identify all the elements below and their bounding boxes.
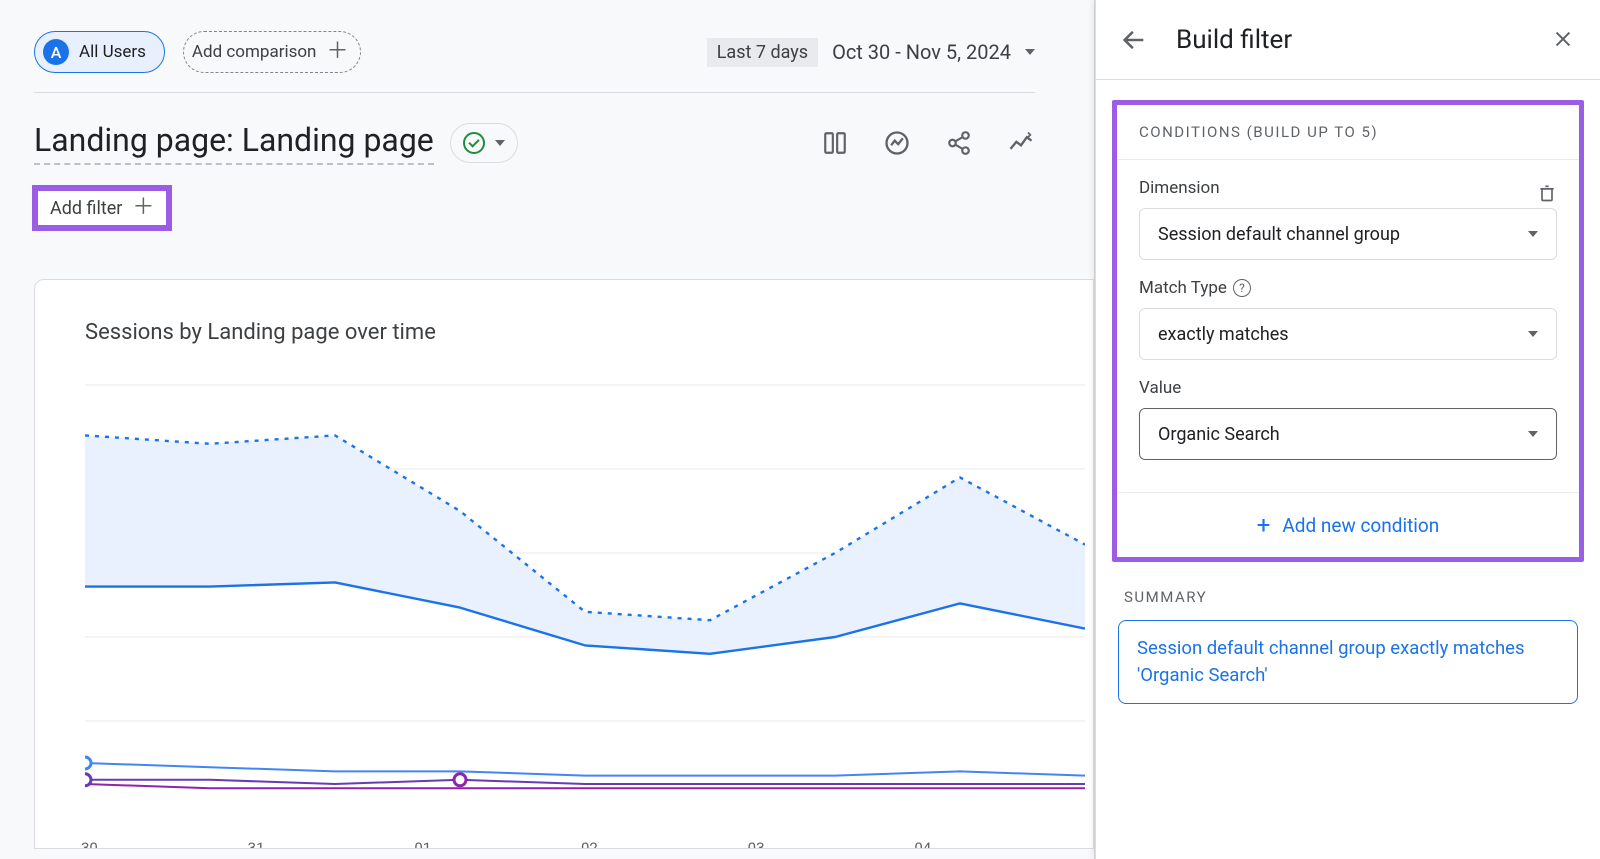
- plus-icon: +: [1257, 511, 1271, 539]
- chevron-down-icon: [1025, 49, 1035, 55]
- chevron-down-icon: [1528, 231, 1538, 237]
- share-icon[interactable]: [945, 129, 973, 157]
- panel-title: Build filter: [1176, 25, 1552, 55]
- match-type-value: exactly matches: [1158, 324, 1289, 345]
- segment-label: All Users: [79, 42, 146, 62]
- page-title[interactable]: Landing page: Landing page: [34, 121, 434, 165]
- sessions-line-chart: 30Oct3101Nov020304: [85, 365, 1085, 835]
- build-filter-panel: Build filter CONDITIONS (BUILD UP TO 5) …: [1095, 0, 1600, 859]
- divider: [34, 92, 1035, 93]
- chevron-down-icon: [1528, 431, 1538, 437]
- add-comparison-label: Add comparison: [192, 42, 317, 62]
- chart-title: Sessions by Landing page over time: [85, 320, 1093, 345]
- summary-header: SUMMARY: [1096, 562, 1600, 620]
- plus-icon: ＋: [132, 197, 154, 219]
- date-preset: Last 7 days: [707, 38, 818, 67]
- add-new-condition-button[interactable]: + Add new condition: [1257, 511, 1440, 539]
- delete-condition-icon[interactable]: [1537, 182, 1557, 204]
- match-type-label: Match Type ?: [1139, 278, 1557, 298]
- insights-icon[interactable]: [883, 129, 911, 157]
- checkmark-circle-icon: [463, 132, 485, 154]
- dimension-select[interactable]: Session default channel group: [1139, 208, 1557, 260]
- chevron-down-icon: [495, 140, 505, 146]
- back-arrow-icon[interactable]: [1120, 26, 1148, 54]
- add-filter-label: Add filter: [50, 198, 122, 219]
- match-type-select[interactable]: exactly matches: [1139, 308, 1557, 360]
- conditions-section: CONDITIONS (BUILD UP TO 5) Dimension Ses…: [1112, 100, 1584, 562]
- segment-letter: A: [43, 39, 69, 65]
- value-select[interactable]: Organic Search: [1139, 408, 1557, 460]
- dimension-value: Session default channel group: [1158, 224, 1400, 245]
- chevron-down-icon: [1528, 331, 1538, 337]
- chart-card: Sessions by Landing page over time 30Oct…: [34, 279, 1094, 849]
- add-comparison-button[interactable]: Add comparison ＋: [183, 31, 362, 73]
- help-icon[interactable]: ?: [1233, 279, 1251, 297]
- report-status-menu[interactable]: [450, 123, 518, 163]
- customize-report-icon[interactable]: [821, 129, 849, 157]
- plus-icon: ＋: [326, 41, 348, 63]
- dimension-label: Dimension: [1139, 178, 1220, 198]
- value-value: Organic Search: [1158, 424, 1280, 445]
- close-icon[interactable]: [1552, 28, 1576, 52]
- summary-chip[interactable]: Session default channel group exactly ma…: [1118, 620, 1578, 704]
- value-label: Value: [1139, 378, 1557, 398]
- add-condition-label: Add new condition: [1282, 514, 1439, 537]
- all-users-segment[interactable]: A All Users: [34, 31, 165, 73]
- date-range-text: Oct 30 - Nov 5, 2024: [832, 40, 1011, 64]
- date-range-picker[interactable]: Last 7 days Oct 30 - Nov 5, 2024: [707, 38, 1035, 67]
- conditions-header: CONDITIONS (BUILD UP TO 5): [1117, 105, 1579, 160]
- trend-icon[interactable]: [1007, 129, 1035, 157]
- add-filter-button[interactable]: Add filter ＋: [34, 187, 170, 229]
